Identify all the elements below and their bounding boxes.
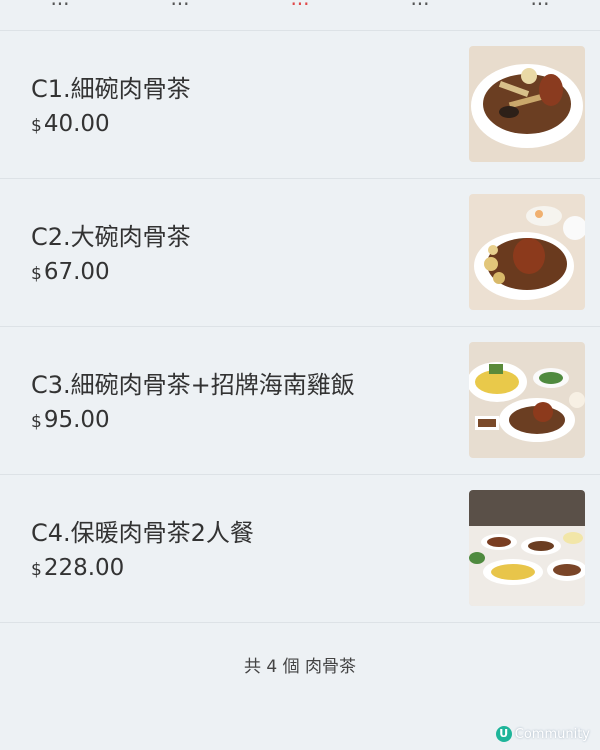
tab-4[interactable]: ... [410, 0, 429, 8]
item-name: C3.細碗肉骨茶+招牌海南雞飯 [31, 371, 355, 399]
menu-item[interactable]: C2.大碗肉骨茶 $67.00 [0, 179, 600, 327]
item-price: $228.00 [31, 555, 124, 581]
menu-item[interactable]: C3.細碗肉骨茶+招牌海南雞飯 $95.00 [0, 327, 600, 475]
currency-symbol: $ [31, 264, 42, 284]
price-value: 228.00 [43, 555, 125, 581]
item-name: C1.細碗肉骨茶 [31, 75, 191, 103]
currency-symbol: $ [31, 116, 42, 136]
price-value: 95.00 [43, 407, 110, 433]
price-value: 67.00 [43, 259, 110, 285]
dish-photo[interactable] [469, 46, 585, 162]
item-price: $95.00 [31, 407, 110, 433]
currency-symbol: $ [31, 412, 42, 432]
item-name: C2.大碗肉骨茶 [31, 223, 191, 251]
menu-list: C1.細碗肉骨茶 $40.00 C2.大碗肉骨茶 $67.00 C3.細碗肉骨茶… [0, 31, 600, 623]
item-price: $67.00 [31, 259, 110, 285]
dish-photo[interactable] [469, 342, 585, 458]
item-name: C4.保暖肉骨茶2人餐 [31, 519, 254, 547]
menu-item[interactable]: C1.細碗肉骨茶 $40.00 [0, 31, 600, 179]
tab-active[interactable]: ... [290, 0, 309, 8]
menu-item[interactable]: C4.保暖肉骨茶2人餐 $228.00 [0, 475, 600, 623]
item-count-footer: 共 4 個 肉骨茶 [243, 657, 357, 677]
dish-photo[interactable] [469, 194, 585, 310]
dish-photo[interactable] [469, 490, 585, 606]
u-logo-icon: U [495, 726, 512, 742]
tab-2[interactable]: ... [170, 0, 189, 8]
item-price: $40.00 [31, 111, 110, 137]
tab-5[interactable]: ... [530, 0, 549, 8]
currency-symbol: $ [31, 560, 42, 580]
category-tab-bar: ... ... ... ... ... [0, 0, 600, 31]
price-value: 40.00 [43, 111, 110, 137]
tab-1[interactable]: ... [50, 0, 69, 8]
watermark-text: Community [514, 726, 590, 742]
watermark: U Community [495, 726, 590, 742]
